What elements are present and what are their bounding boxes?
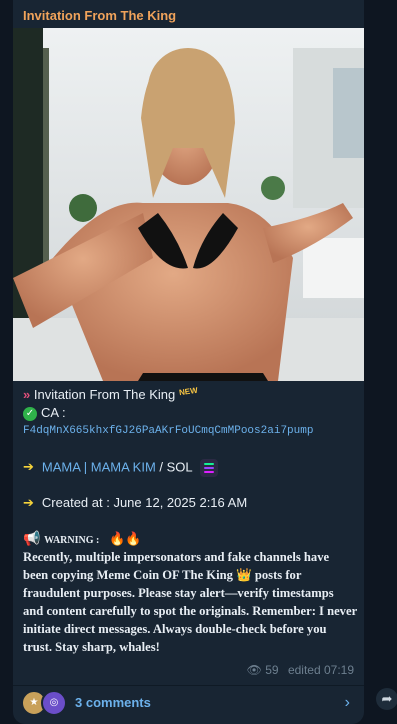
headline-row: » Invitation From The King NEW — [23, 385, 199, 402]
comments-label[interactable]: 3 comments — [75, 695, 151, 710]
arrow-right-icon: ➔ — [23, 495, 34, 510]
check-circle-icon: ✓ — [23, 406, 37, 421]
view-count: 59 — [265, 663, 279, 677]
message-bubble: Invitation From The King » Invitation Fr… — [13, 0, 364, 724]
share-icon[interactable]: ➦ — [376, 688, 397, 710]
chevron-right-icon[interactable]: › — [345, 694, 350, 712]
coin-pair: / SOL — [155, 459, 193, 475]
channel-title[interactable]: Invitation From The King — [23, 8, 176, 23]
avatar: ◎ — [41, 690, 67, 716]
new-badge: NEW — [178, 385, 199, 398]
warning-emoji-icon: 🔥🔥 — [108, 531, 142, 546]
solana-icon — [199, 459, 218, 477]
warning-label: WARNING : — [44, 535, 100, 546]
warning-text: Recently, multiple impersonators and fak… — [23, 550, 357, 654]
contract-address[interactable]: F4dqMnX665khxfGJ26PaAKrFoUCmqCmMPoos2ai7… — [23, 425, 313, 437]
eye-icon: 👁 — [246, 663, 262, 677]
coin-row: ➔ MAMA | MAMA KIM / SOL — [23, 459, 218, 477]
megaphone-icon: 📢 — [23, 530, 41, 546]
created-text: Created at : June 12, 2025 2:16 AM — [41, 495, 248, 510]
arrow-right-icon: ➔ — [23, 459, 34, 475]
double-chevron-icon: » — [23, 387, 31, 402]
warning-row: 📢 WARNING : 🔥🔥 — [23, 530, 141, 547]
coin-link[interactable]: MAMA | MAMA KIM — [42, 459, 156, 474]
post-photo[interactable] — [13, 28, 364, 381]
created-row: ➔ Created at : June 12, 2025 2:16 AM — [23, 495, 247, 511]
edited-time: edited 07:19 — [287, 663, 354, 677]
ca-label: CA : — [41, 405, 66, 420]
ca-row: ✓ CA : — [23, 405, 66, 421]
post-meta: 👁 59 edited 07:19 — [247, 663, 354, 677]
headline-text: Invitation From The King — [33, 387, 176, 402]
comments-bar[interactable]: ★ ◎ 3 comments › — [13, 686, 364, 724]
